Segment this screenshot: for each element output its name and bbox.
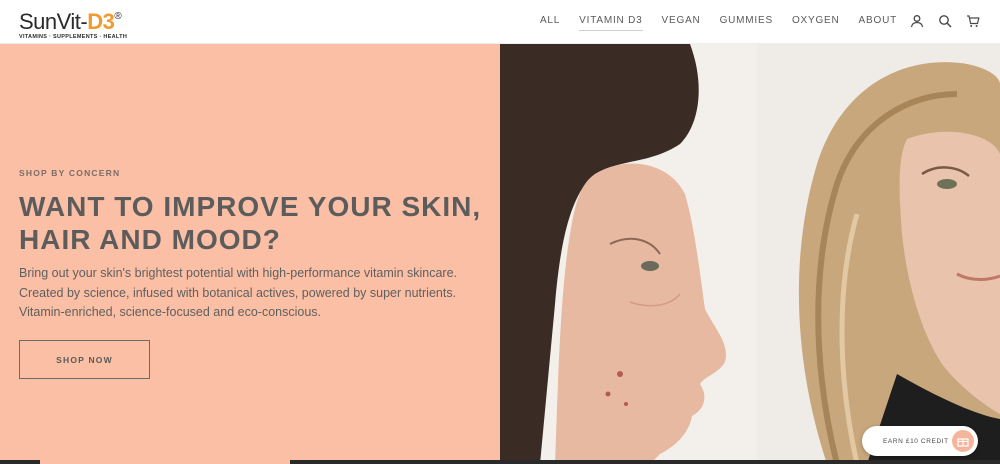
bottom-divider-highlight (40, 460, 290, 464)
user-icon[interactable] (910, 14, 924, 28)
hero-eyebrow: SHOP BY CONCERN (19, 168, 121, 178)
earn-credit-label: EARN £10 CREDIT (883, 437, 949, 445)
brand-logo[interactable]: SunVit-D3® VITAMINS · SUPPLEMENTS · HEAL… (19, 6, 128, 41)
hero-photo-portrait (757, 44, 1000, 464)
search-icon[interactable] (938, 14, 952, 28)
nav-item-gummies[interactable]: GUMMIES (720, 15, 773, 31)
nav-item-oxygen[interactable]: OXYGEN (792, 15, 840, 31)
portrait-face-illustration (757, 44, 1000, 464)
nav-item-all[interactable]: ALL (540, 15, 560, 31)
hero-panel: SHOP BY CONCERN WANT TO IMPROVE YOUR SKI… (0, 44, 500, 464)
bottom-divider (0, 460, 1000, 464)
brand-wordmark: SunVit-D3® (19, 6, 127, 33)
header-actions (910, 14, 980, 28)
nav-item-about[interactable]: ABOUT (859, 15, 897, 31)
earn-credit-widget[interactable]: EARN £10 CREDIT (862, 426, 978, 456)
site-header: SunVit-D3® VITAMINS · SUPPLEMENTS · HEAL… (0, 0, 1000, 44)
cart-icon[interactable] (966, 14, 980, 28)
nav-item-vegan[interactable]: VEGAN (662, 15, 701, 31)
brand-tagline: VITAMINS · SUPPLEMENTS · HEALTH (19, 34, 128, 40)
main-nav: ALL VITAMIN D3 VEGAN GUMMIES OXYGEN ABOU… (521, 15, 897, 31)
shop-now-button[interactable]: SHOP NOW (19, 340, 150, 379)
registered-mark: ® (114, 11, 122, 22)
brand-name-prefix: SunVit- (19, 9, 88, 34)
gift-icon (952, 430, 974, 452)
hero-body: Bring out your skin's brightest potentia… (19, 266, 458, 319)
brand-name-accent: D3 (87, 9, 115, 34)
hero-photo-profile (500, 44, 757, 464)
nav-item-vitamin-d3[interactable]: VITAMIN D3 (579, 15, 643, 31)
hero-headline: WANT TO IMPROVE YOUR SKIN, HAIR AND MOOD… (19, 191, 482, 255)
profile-face-illustration (500, 44, 757, 464)
